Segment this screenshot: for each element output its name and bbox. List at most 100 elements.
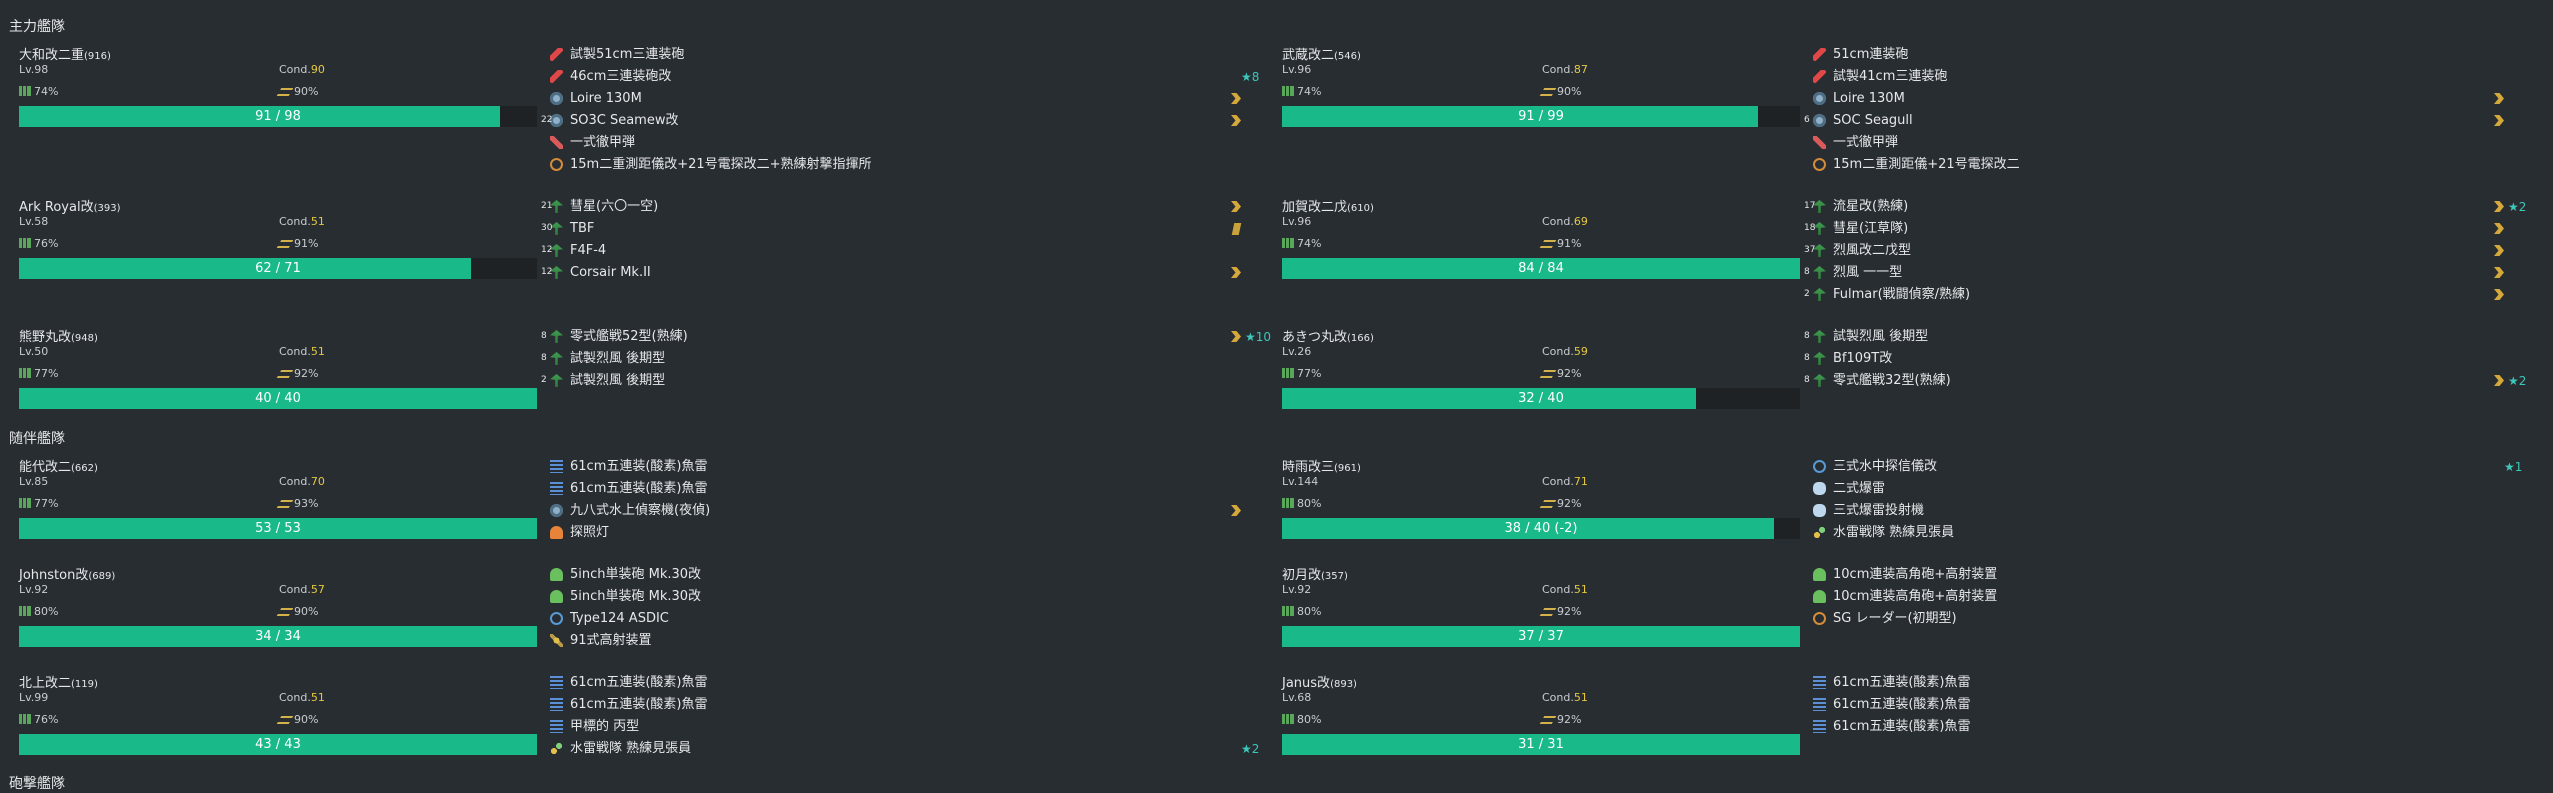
equipment-slot[interactable]: 二式爆雷 [1804,478,2514,500]
ship-name[interactable]: 加賀改二戊(610) [1282,196,1374,215]
equipment-slot[interactable]: 甲標的 丙型 [541,716,1251,738]
equipment-slot[interactable]: 試製41cm三連装砲 [1804,66,2514,88]
ship-name[interactable]: あきつ丸改(166) [1282,326,1374,345]
ship-name-text: Johnston改 [19,568,89,583]
plane-green-icon [1813,352,1826,365]
equipment-slot[interactable]: 8 Bf109T改 [1804,348,2514,370]
ship-name[interactable]: Johnston改(689) [19,564,115,583]
ship-name[interactable]: 熊野丸改(948) [19,326,98,345]
proficiency-chevron-icon [1231,505,1241,516]
equipment-slot[interactable]: 30 TBF [541,218,1251,240]
ship-name[interactable]: Janus改(893) [1282,672,1357,691]
ship-name[interactable]: 初月改(357) [1282,564,1348,583]
equipment-name: 61cm五連装(酸素)魚雷 [1833,719,1971,734]
ship-name[interactable]: Ark Royal改(393) [19,196,120,215]
equipment-slot[interactable]: 15m二重測距儀改+21号電探改二+熟練射撃指揮所 [541,154,1251,176]
ship-name-text: 北上改二 [19,676,72,691]
equipment-slot[interactable]: 61cm五連装(酸素)魚雷 [541,456,1251,478]
ship-level: Lv.92 [19,583,49,596]
equipment-name: Loire 130M [570,91,642,106]
ship-card[interactable]: 初月改(357) Lv.92 Cond.51 80% 92% 37 / 37 10cm連装高… [1272,564,2532,664]
ship-level: Lv.99 [19,691,49,704]
equipment-slot[interactable]: 61cm五連装(酸素)魚雷 [1804,694,2514,716]
ship-card[interactable]: 加賀改二戊(610) Lv.96 Cond.69 74% 91% 84 / 84 17 流星改… [1272,196,2532,302]
equipment-slot[interactable]: Loire 130M [1804,88,2514,110]
equipment-slot[interactable]: 22 SO3C Seamew改 [541,110,1251,132]
ship-ammo: 93% [276,497,318,510]
equipment-slot[interactable]: 水雷戦隊 熟練見張員 [1804,522,2514,544]
equipment-slot[interactable]: 61cm五連装(酸素)魚雷 [541,478,1251,500]
ship-card[interactable]: 熊野丸改(948) Lv.50 Cond.51 77% 92% 40 / 40 8 零式艦戦5… [9,326,1271,426]
equipment-slot[interactable]: 一式徹甲弾 [1804,132,2514,154]
ship-card[interactable]: 北上改二(119) Lv.99 Cond.51 76% 90% 43 / 43 61cm五連… [9,672,1269,772]
equipment-slot[interactable]: 61cm五連装(酸素)魚雷 [541,694,1251,716]
equipment-name: 61cm五連装(酸素)魚雷 [570,697,708,712]
equipment-slot[interactable]: 37 烈風改二戊型 [1804,240,2514,262]
equipment-slot[interactable]: Type124 ASDIC [541,608,1251,630]
equipment-slot[interactable]: 46cm三連装砲改 ★8 [541,66,1259,88]
hp-bar: 38 / 40 (-2) [1282,518,1800,539]
ship-name[interactable]: 武蔵改二(546) [1282,44,1361,63]
ship-name[interactable]: 時雨改三(961) [1282,456,1361,475]
equipment-name: Bf109T改 [1833,351,1893,366]
equipment-slot[interactable]: 水雷戦隊 熟練見張員 ★2 [541,738,1259,760]
ship-card[interactable]: 時雨改三(961) Lv.144 Cond.71 80% 92% 38 / 40 (-2)… [1272,456,2532,556]
ship-card[interactable]: 能代改二(662) Lv.85 Cond.70 77% 93% 53 / 53 61cm五連… [9,456,1269,556]
ship-name[interactable]: 大和改二重(916) [19,44,111,63]
equipment-slot[interactable]: 九八式水上偵察機(夜偵) [541,500,1251,522]
equipment-slot[interactable]: 5inch単装砲 Mk.30改 [541,564,1251,586]
ship-name[interactable]: 能代改二(662) [19,456,98,475]
equipment-slot[interactable]: 10cm連装高角砲+高射装置 [1804,564,2514,586]
equipment-slot[interactable]: 21 彗星(六〇一空) [541,196,1251,218]
ship-card[interactable]: あきつ丸改(166) Lv.26 Cond.59 77% 92% 32 / 40 8 試製烈風… [1272,326,2532,426]
equipment-slot[interactable]: 51cm連装砲 [1804,44,2514,66]
improvement-level: ★8 [1241,70,1260,84]
equipment-slot[interactable]: 18 彗星(江草隊) [1804,218,2514,240]
light-icon [550,526,563,539]
equipment-name: 試製烈風 後期型 [1833,329,1929,344]
equipment-slot[interactable]: 61cm五連装(酸素)魚雷 [1804,716,2514,738]
equipment-slot[interactable]: 15m二重測距儀+21号電探改二 [1804,154,2514,176]
equipment-slot[interactable]: 91式高射装置 [541,630,1251,652]
aircraft-count: 8 [541,353,547,363]
equipment-slot[interactable]: 8 試製烈風 後期型 [541,348,1251,370]
equipment-slot[interactable]: 探照灯 [541,522,1251,544]
plane-green-icon [550,330,563,343]
ship-level: Lv.96 [1282,215,1312,228]
hp-text: 31 / 31 [1518,737,1564,752]
fuel-icon [1282,368,1294,378]
equipment-slot[interactable]: 61cm五連装(酸素)魚雷 [1804,672,2514,694]
equipment-slot[interactable]: 2 試製烈風 後期型 [541,370,1251,392]
equipment-slot[interactable]: 三式爆雷投射機 [1804,500,2514,522]
equipment-slot[interactable]: Loire 130M [541,88,1251,110]
ammo-value: 90% [294,85,319,98]
ship-card[interactable]: Johnston改(689) Lv.92 Cond.57 80% 90% 34 / 34 5… [9,564,1269,664]
equipment-slot[interactable]: 12 Corsair Mk.II [541,262,1251,284]
equipment-slot[interactable]: 三式水中探信儀改 ★1 [1804,456,2522,478]
equipment-slot[interactable]: 一式徹甲弾 [541,132,1251,154]
equipment-slot[interactable]: 17 流星改(熟練) ★2 [1804,196,2526,218]
ship-card[interactable]: Ark Royal改(393) Lv.58 Cond.51 76% 91% 62 / 71… [9,196,1269,296]
equipment-slot[interactable]: 5inch単装砲 Mk.30改 [541,586,1251,608]
ship-name[interactable]: 北上改二(119) [19,672,98,691]
equipment-slot[interactable]: 61cm五連装(酸素)魚雷 [541,672,1251,694]
equipment-slot[interactable]: 8 零式艦戦32型(熟練) ★2 [1804,370,2526,392]
equipment-slot[interactable]: 12 F4F-4 [541,240,1251,262]
ship-level: Lv.144 [1282,475,1319,488]
equipment-slot[interactable]: SG レーダー(初期型) [1804,608,2514,630]
equipment-slot[interactable]: 2 Fulmar(戦闘偵察/熟練) [1804,284,2514,306]
equipment-slot[interactable]: 8 試製烈風 後期型 [1804,326,2514,348]
fuel-value: 76% [34,713,59,726]
ship-card[interactable]: Janus改(893) Lv.68 Cond.51 80% 92% 31 / 31 61cm… [1272,672,2532,772]
equipment-slot[interactable]: 8 烈風 一一型 [1804,262,2514,284]
ship-card[interactable]: 大和改二重(916) Lv.98 Cond.90 74% 90% 91 / 98 試製51c… [9,44,1269,172]
improvement-level: ★2 [2508,200,2527,214]
equipment-slot[interactable]: 6 SOC Seagull [1804,110,2514,132]
ship-card[interactable]: 武蔵改二(546) Lv.96 Cond.87 74% 90% 91 / 99 51cm連装… [1272,44,2532,172]
hp-bar: 84 / 84 [1282,258,1800,279]
equipment-slot[interactable]: 試製51cm三連装砲 [541,44,1251,66]
equipment-slot[interactable]: 10cm連装高角砲+高射装置 [1804,586,2514,608]
ship-ammo: 90% [276,605,318,618]
equipment-slot[interactable]: 8 零式艦戦52型(熟練) ★10 [541,326,1271,348]
ship-fuel: 77% [19,367,58,380]
